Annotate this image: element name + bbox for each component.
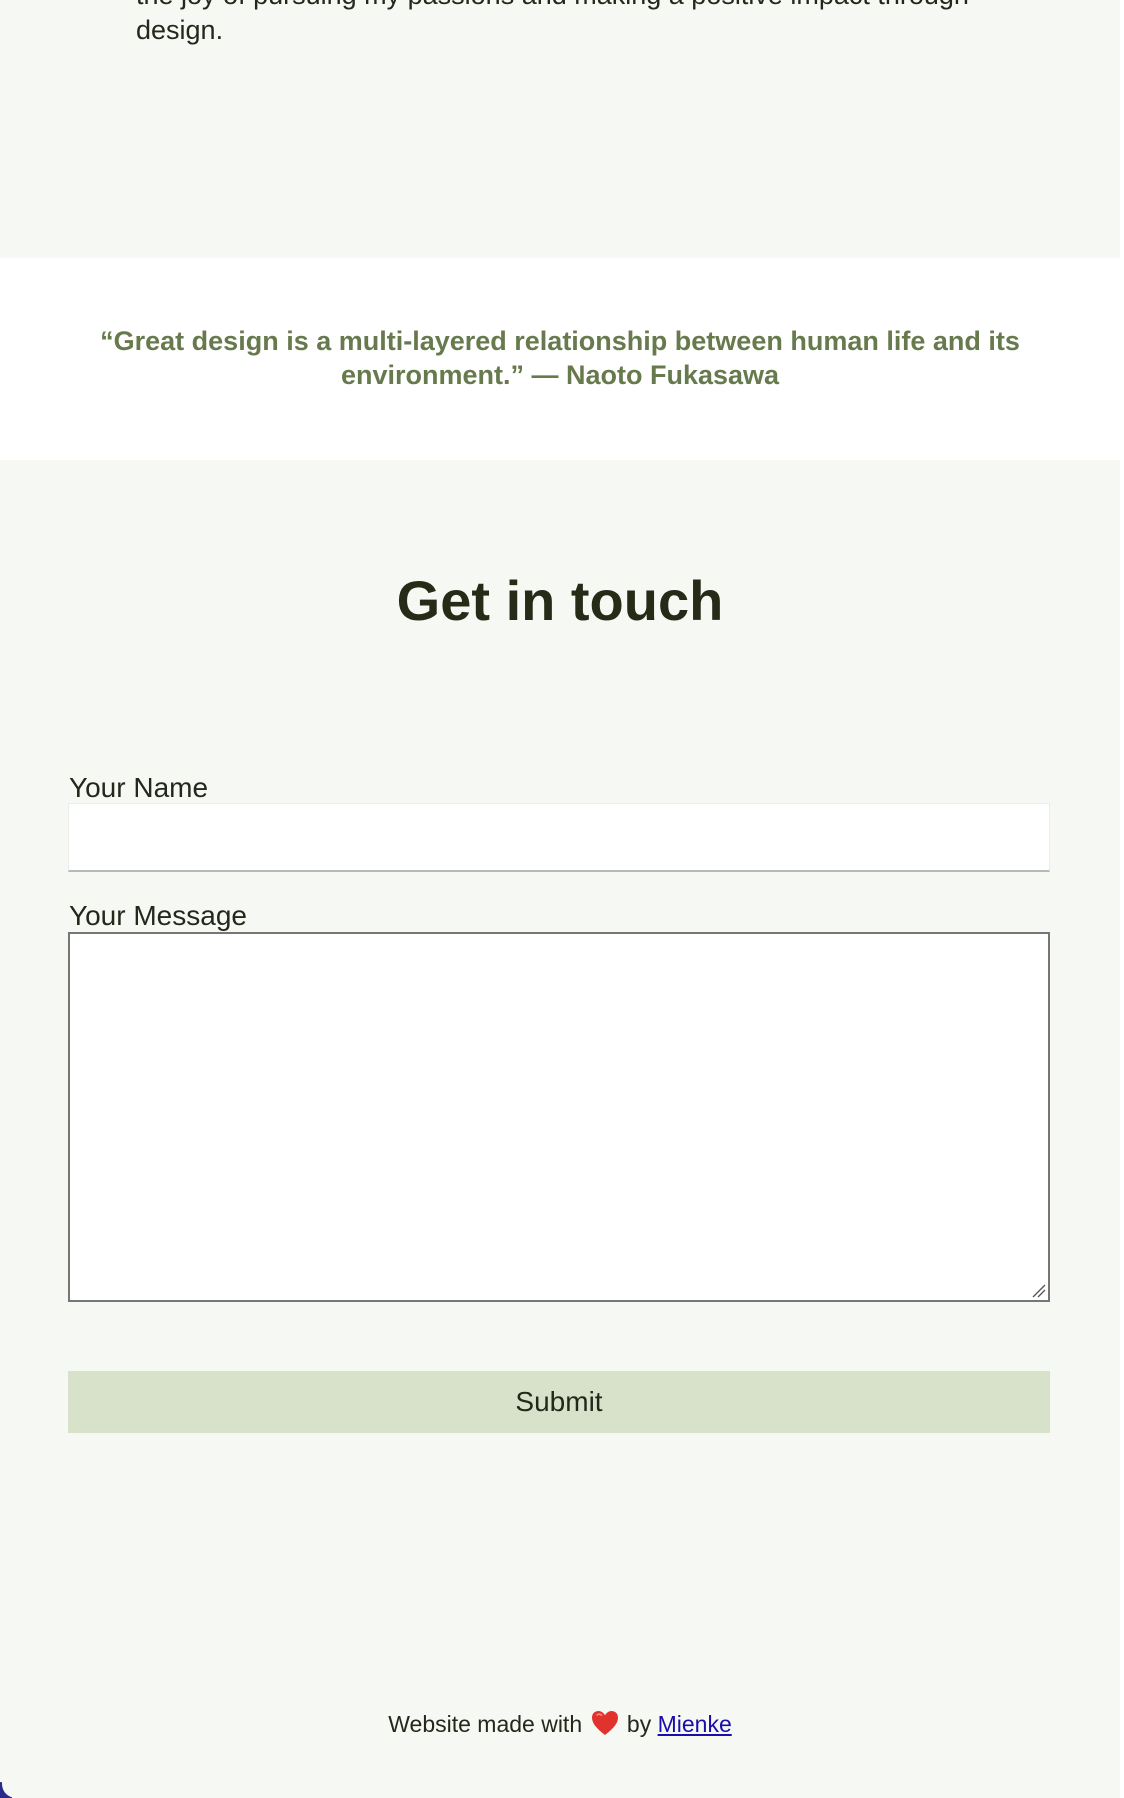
name-input[interactable] — [68, 803, 1050, 872]
window-edge — [1120, 0, 1124, 1798]
about-text: the joy of pursuing my passions and maki… — [136, 0, 969, 45]
footer: Website made with by Mienke — [0, 1708, 1120, 1744]
window-corner — [0, 1782, 16, 1798]
message-label: Your Message — [69, 900, 247, 931]
heart-icon — [591, 1710, 619, 1744]
footer-prefix: Website made with — [388, 1711, 583, 1737]
footer-by: by — [626, 1711, 652, 1737]
contact-section: Get in touch Your Name Your Message Subm… — [0, 460, 1120, 1798]
author-link[interactable]: Mienke — [658, 1711, 732, 1737]
resize-grip-icon[interactable] — [1032, 1284, 1046, 1298]
page: the joy of pursuing my passions and maki… — [0, 0, 1120, 1798]
message-textarea[interactable] — [68, 932, 1050, 1302]
quote-section: “Great design is a multi-layered relatio… — [0, 258, 1120, 460]
name-label: Your Name — [69, 772, 209, 803]
quote-text: “Great design is a multi-layered relatio… — [100, 326, 1020, 390]
submit-button[interactable]: Submit — [68, 1371, 1050, 1433]
contact-heading: Get in touch — [396, 569, 724, 632]
about-section: the joy of pursuing my passions and maki… — [0, 0, 1120, 258]
